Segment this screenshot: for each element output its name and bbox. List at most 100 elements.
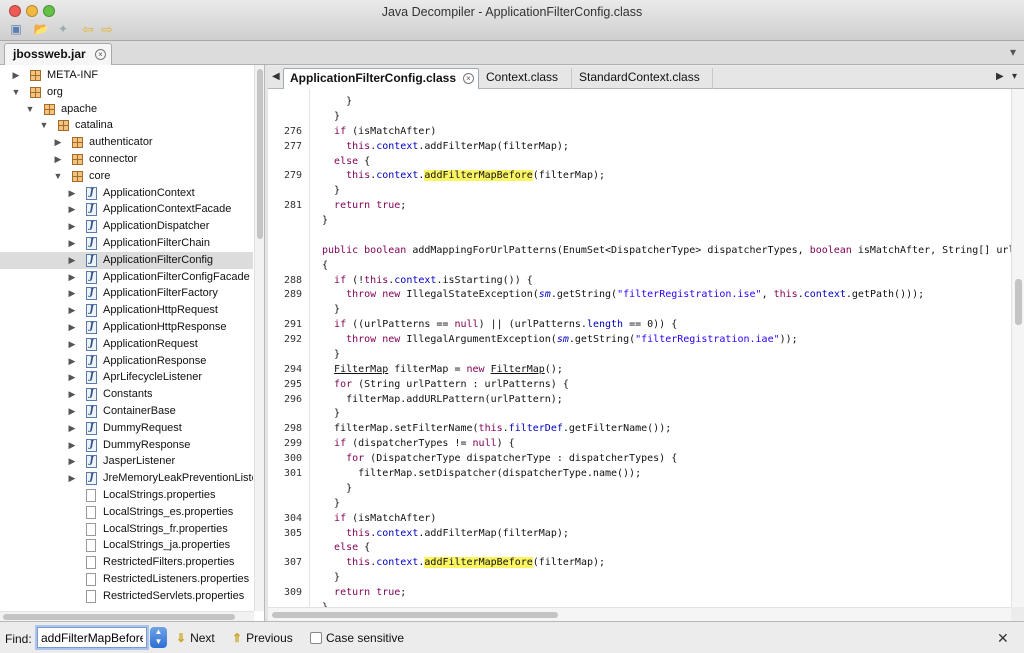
collapsed-arrow-icon[interactable]: ▶ <box>67 420 77 437</box>
tree-item[interactable]: ▶ META-INF <box>0 67 253 84</box>
tree-item[interactable]: ▶ J ApplicationRequest <box>0 336 253 353</box>
collapsed-arrow-icon[interactable]: ▶ <box>67 336 77 353</box>
close-tab-icon[interactable]: × <box>463 73 474 84</box>
tree-item[interactable]: ▶ J ApplicationHttpRequest <box>0 302 253 319</box>
code-line: 309 return true; <box>268 585 1011 600</box>
file-icon <box>86 589 96 603</box>
collapsed-arrow-icon[interactable]: ▶ <box>67 403 77 420</box>
tab-list-icon[interactable]: ▾ <box>1010 45 1016 59</box>
tree-item[interactable]: ▶ J ContainerBase <box>0 403 253 420</box>
collapsed-arrow-icon[interactable]: ▶ <box>67 470 77 487</box>
code-editor[interactable]: } } 276 if (isMatchAfter) 277 this.context… <box>268 89 1011 607</box>
code-text: } <box>322 96 353 107</box>
collapsed-arrow-icon[interactable]: ▶ <box>67 353 77 370</box>
tree-item[interactable]: ▶ J DummyRequest <box>0 420 253 437</box>
tree-item[interactable]: RestrictedServlets.properties <box>0 588 253 605</box>
expanded-arrow-icon[interactable]: ▼ <box>53 168 63 185</box>
tree-item[interactable]: ▶ J ApplicationResponse <box>0 353 253 370</box>
tree-item[interactable]: ▼ core <box>0 168 253 185</box>
tree-item[interactable]: ▶ J ApplicationFilterConfigFacade <box>0 269 253 286</box>
collapsed-arrow-icon[interactable]: ▶ <box>53 151 63 168</box>
tree-item[interactable]: ▼ org <box>0 84 253 101</box>
code-line: 301 filterMap.setDispatcher(dispatcherTy… <box>268 466 1011 481</box>
scroll-thumb[interactable] <box>3 614 235 620</box>
tree-item[interactable]: ▶ J DummyResponse <box>0 437 253 454</box>
scroll-thumb[interactable] <box>1015 279 1022 325</box>
tree-item[interactable]: ▶ J ApplicationFilterChain <box>0 235 253 252</box>
tree-item[interactable]: ▶ J ApplicationHttpResponse <box>0 319 253 336</box>
tab-scroll-right-icon[interactable]: ▶ <box>996 71 1004 82</box>
tree-item[interactable]: ▶ J ApplicationFilterFactory <box>0 285 253 302</box>
tree-item[interactable]: ▶ connector <box>0 151 253 168</box>
document-tab[interactable]: jbossweb.jar × <box>4 43 112 65</box>
forward-icon[interactable]: ⇨ <box>99 22 115 36</box>
find-next-button[interactable]: ⇓ Next <box>176 631 215 645</box>
collapsed-arrow-icon[interactable]: ▶ <box>67 453 77 470</box>
tree-item[interactable]: ▶ J JasperListener <box>0 453 253 470</box>
tree-item[interactable]: ▶ J JreMemoryLeakPreventionListener <box>0 470 253 487</box>
tree-item[interactable]: LocalStrings.properties <box>0 487 253 504</box>
close-tab-icon[interactable]: × <box>95 49 106 60</box>
tree-vertical-scrollbar[interactable] <box>254 65 264 611</box>
collapsed-arrow-icon[interactable]: ▶ <box>53 134 63 151</box>
close-find-icon[interactable]: ✕ <box>997 630 1009 647</box>
back-icon[interactable]: ⇦ <box>80 22 96 36</box>
scroll-thumb[interactable] <box>257 69 263 239</box>
tree-item[interactable]: ▶ J AprLifecycleListener <box>0 369 253 386</box>
tree-horizontal-scrollbar[interactable] <box>0 611 254 621</box>
tree-item[interactable]: ▶ J ApplicationDispatcher <box>0 218 253 235</box>
find-previous-button[interactable]: ⇑ Previous <box>232 631 293 645</box>
collapsed-arrow-icon[interactable]: ▶ <box>67 386 77 403</box>
collapsed-arrow-icon[interactable]: ▶ <box>67 285 77 302</box>
expanded-arrow-icon[interactable]: ▼ <box>11 84 21 101</box>
tree-item-label: JreMemoryLeakPreventionListener <box>103 472 253 485</box>
find-label: Find: <box>5 632 32 646</box>
tree-item[interactable]: ▶ J ApplicationContext <box>0 185 253 202</box>
tab-context[interactable]: Context.class <box>480 68 572 89</box>
collapsed-arrow-icon[interactable]: ▶ <box>67 185 77 202</box>
tree-item[interactable]: ▶ authenticator <box>0 134 253 151</box>
collapsed-arrow-icon[interactable]: ▶ <box>67 369 77 386</box>
tree-item[interactable]: RestrictedFilters.properties <box>0 554 253 571</box>
tab-scroll-left-icon[interactable]: ◀ <box>272 71 280 82</box>
tree-item[interactable]: LocalStrings_ja.properties <box>0 537 253 554</box>
scroll-thumb[interactable] <box>272 612 558 618</box>
open-type-icon[interactable]: 📂 <box>33 22 49 36</box>
collapsed-arrow-icon[interactable]: ▶ <box>67 437 77 454</box>
tree-item-label: ApplicationFilterFactory <box>103 287 218 300</box>
tab-standardcontext[interactable]: StandardContext.class <box>573 68 713 89</box>
code-horizontal-scrollbar[interactable] <box>268 607 1011 621</box>
find-history-stepper[interactable]: ▲ ▼ <box>150 627 167 648</box>
expanded-arrow-icon[interactable]: ▼ <box>25 101 35 118</box>
collapsed-arrow-icon[interactable]: ▶ <box>67 235 77 252</box>
collapsed-arrow-icon[interactable]: ▶ <box>67 269 77 286</box>
java-class-icon: J <box>86 354 97 368</box>
tab-list-icon[interactable]: ▾ <box>1012 71 1017 82</box>
collapsed-arrow-icon[interactable]: ▶ <box>67 302 77 319</box>
collapsed-arrow-icon[interactable]: ▶ <box>67 201 77 218</box>
tree-item[interactable]: ▼ catalina <box>0 117 253 134</box>
collapsed-arrow-icon[interactable]: ▶ <box>67 218 77 235</box>
collapsed-arrow-icon[interactable]: ▶ <box>67 252 77 269</box>
code-line: 298 filterMap.setFilterName(this.filterD… <box>268 421 1011 436</box>
tree-item[interactable]: LocalStrings_es.properties <box>0 504 253 521</box>
collapsed-arrow-icon[interactable]: ▶ <box>67 319 77 336</box>
code-text: } <box>322 185 341 197</box>
tree-item[interactable]: LocalStrings_fr.properties <box>0 521 253 538</box>
code-text: this.context.addFilterMapBefore(filterMa… <box>346 557 606 569</box>
open-file-icon[interactable]: ▣ <box>8 22 24 36</box>
tree-item[interactable]: ▶ J ApplicationContextFacade <box>0 201 253 218</box>
code-line: } <box>268 496 1011 511</box>
tree-item[interactable]: ▼ apache <box>0 101 253 118</box>
line-number: 301 <box>283 468 302 479</box>
tree-item[interactable]: RestrictedListeners.properties <box>0 571 253 588</box>
code-vertical-scrollbar[interactable] <box>1011 89 1024 607</box>
tab-applicationfilterconfig[interactable]: ApplicationFilterConfig.class × <box>283 68 479 89</box>
wand-icon[interactable]: ✦ <box>55 22 71 36</box>
tree-item[interactable]: ▶ J Constants <box>0 386 253 403</box>
tree-item[interactable]: ▶ J ApplicationFilterConfig <box>0 251 253 269</box>
find-input[interactable] <box>37 627 147 648</box>
collapsed-arrow-icon[interactable]: ▶ <box>11 67 21 84</box>
case-sensitive-checkbox[interactable] <box>310 632 322 644</box>
expanded-arrow-icon[interactable]: ▼ <box>39 117 49 134</box>
